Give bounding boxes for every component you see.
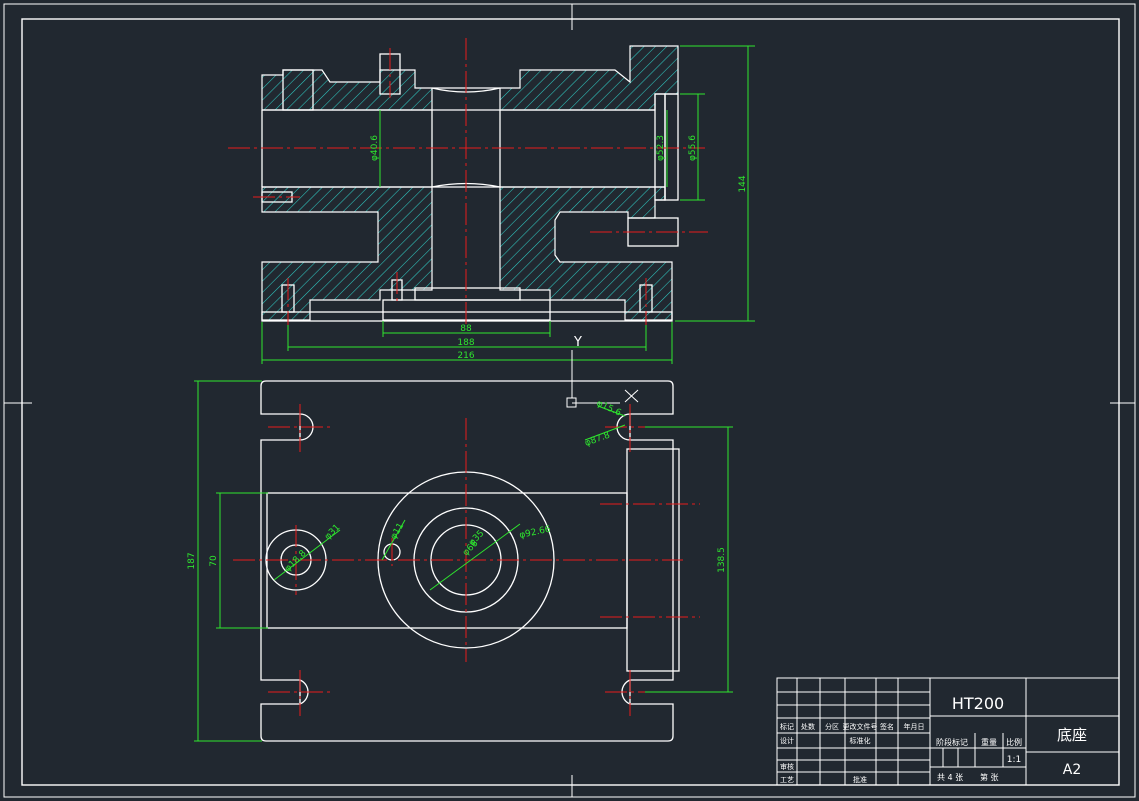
inner-border <box>21 18 1120 786</box>
plan-view: 187 70 138.5 φ15.6 φ87.8 φ18.8 φ31 φ11 φ… <box>187 380 733 742</box>
tb-design-label: 设计 <box>780 736 794 745</box>
dim-pin-hole: φ11 <box>389 521 406 541</box>
section-cut-indicator <box>566 350 639 408</box>
dim-bore-large: φ55.6 <box>688 135 698 161</box>
sheet-size-label: A2 <box>1063 762 1081 778</box>
dim-bore-small: φ40.6 <box>370 135 380 161</box>
dim-slot-b: φ87.8 <box>584 430 612 448</box>
dim-bottom-inner: 88 <box>460 324 472 334</box>
dim-right-span: 138.5 <box>717 547 727 573</box>
section-marker-label: Y <box>573 335 582 350</box>
tb-header-date: 年月日 <box>904 722 925 731</box>
tb-header-mark: 标记 <box>780 722 794 731</box>
hatch-top-wall <box>261 45 679 111</box>
stage-mark-label: 阶段标记 <box>936 737 968 747</box>
tb-header-doc: 更改文件号 <box>843 722 878 731</box>
tb-header-count: 处数 <box>801 722 815 731</box>
dim-boss-height: 70 <box>209 555 219 567</box>
tb-review-label: 审核 <box>780 762 794 771</box>
tb-process-label: 工艺 <box>780 776 794 784</box>
dim-bottom-mid: 188 <box>457 338 474 348</box>
tb-approve-label: 批准 <box>853 775 867 784</box>
part-name-label: 底座 <box>1057 726 1087 744</box>
title-block: HT200 底座 A2 1:1 阶段标记 重量 比例 共 4 张 第 张 标记 … <box>776 677 1120 786</box>
dim-total-height: 187 <box>187 552 197 569</box>
tb-standardize-label: 标准化 <box>850 736 871 745</box>
dim-height: 144 <box>738 175 748 192</box>
tb-header-zone: 分区 <box>825 722 839 731</box>
ratio-label: 比例 <box>1006 737 1022 747</box>
dim-outer-ring: φ92.66 <box>519 525 552 541</box>
dim-small-hole-b: φ31 <box>323 523 342 542</box>
dim-bottom-total: 216 <box>457 351 474 361</box>
cad-drawing: φ40.6 φ52.3 φ55.6 144 88 188 216 Y 187 7… <box>3 3 1136 798</box>
sheet-no-label: 第 张 <box>980 772 999 782</box>
front-section-view: φ40.6 φ52.3 φ55.6 144 88 188 216 Y <box>228 38 755 364</box>
sheet-total-label: 共 4 张 <box>937 773 963 782</box>
dim-bore-mid: φ52.3 <box>656 135 666 161</box>
plan-outline <box>260 380 674 742</box>
tb-header-sign: 签名 <box>880 722 894 731</box>
dim-slot-a: φ15.6 <box>595 399 623 419</box>
material-label: HT200 <box>952 694 1004 713</box>
weight-label: 重量 <box>981 737 997 747</box>
scale-label: 1:1 <box>1007 755 1021 765</box>
